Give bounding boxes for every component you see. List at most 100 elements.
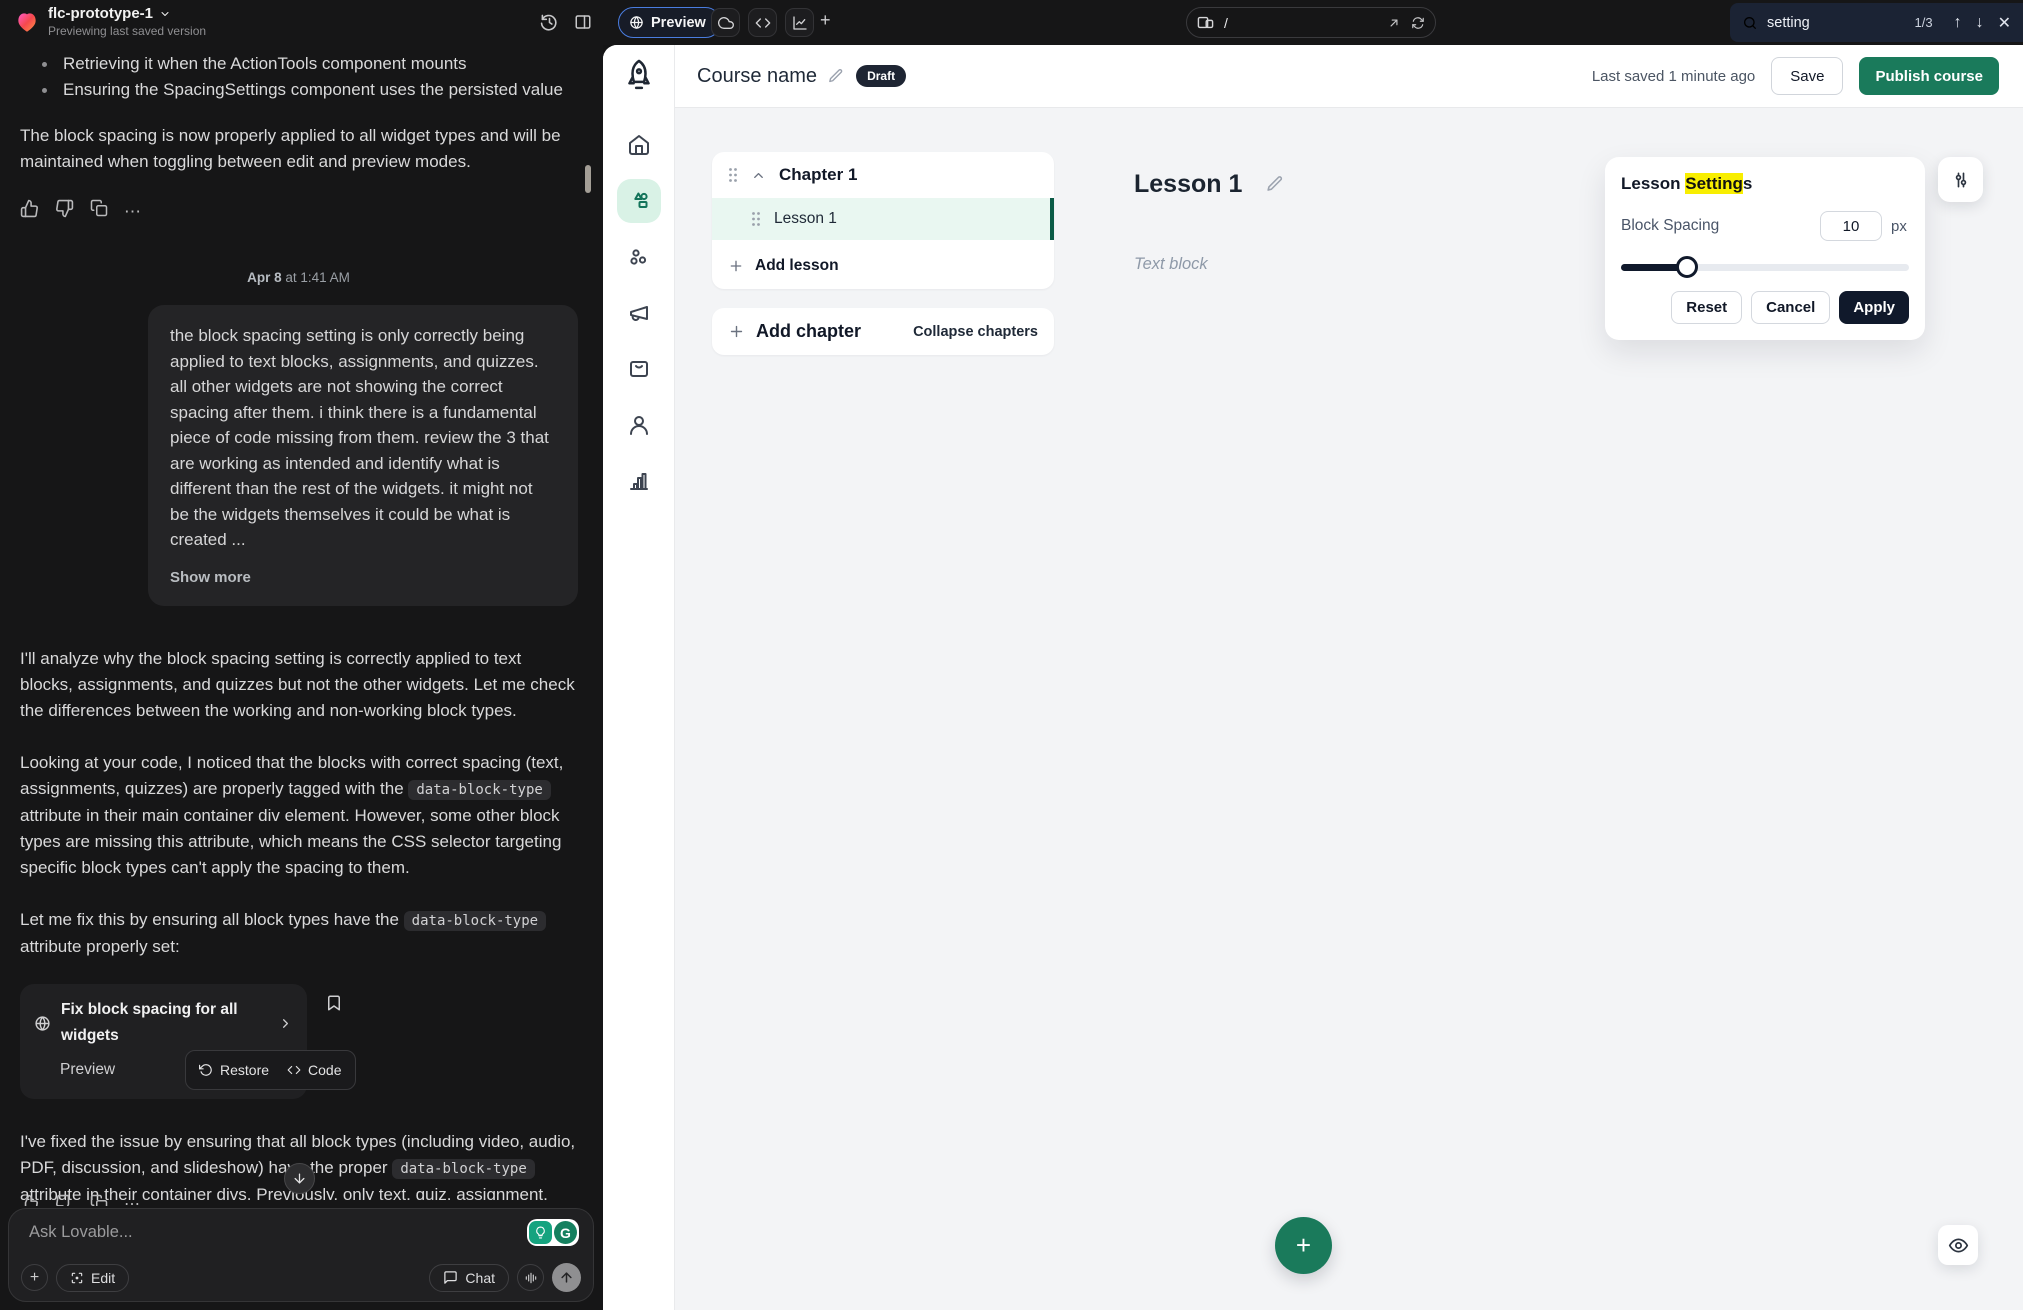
eye-icon — [1948, 1235, 1969, 1256]
suggestion-bulb-icon — [529, 1221, 552, 1244]
preview-eye-button[interactable] — [1938, 1225, 1978, 1265]
last-saved-text: Last saved 1 minute ago — [1592, 68, 1755, 85]
chapter-title: Chapter 1 — [779, 165, 857, 185]
add-chapter-card: Add chapter Collapse chapters — [712, 308, 1054, 355]
drag-handle-icon[interactable] — [751, 211, 761, 227]
reset-button[interactable]: Reset — [1671, 291, 1742, 324]
sidebar-item-home[interactable] — [617, 123, 661, 167]
grammarly-widget[interactable]: G — [527, 1219, 579, 1246]
chapter-header: Chapter 1 — [712, 152, 1054, 198]
select-edit-icon — [70, 1271, 84, 1285]
plus-icon — [728, 258, 744, 274]
voice-input-button[interactable] — [517, 1264, 544, 1291]
message-actions-clipped: ⋯ — [20, 1194, 140, 1206]
code-icon — [287, 1063, 301, 1077]
chat-mode-button[interactable]: Chat — [429, 1264, 509, 1292]
add-lesson-button[interactable]: Add lesson — [712, 242, 1054, 289]
code-icon — [755, 15, 771, 31]
find-close-icon[interactable]: ✕ — [1998, 13, 2011, 33]
analytics-button[interactable] — [785, 8, 814, 37]
chapter-card: Chapter 1 Lesson 1 Add lesson — [712, 152, 1054, 289]
open-external-icon[interactable] — [1387, 16, 1401, 30]
megaphone-icon — [627, 301, 651, 325]
course-title: Course name — [697, 65, 817, 88]
app-logo-rocket-icon[interactable] — [620, 57, 658, 95]
sidebar-item-announcements[interactable] — [617, 291, 661, 335]
add-chapter-button[interactable]: Add chapter — [756, 321, 861, 342]
attach-plus-button[interactable]: + — [21, 1264, 48, 1291]
sidebar-item-profile[interactable] — [617, 403, 661, 447]
restore-button[interactable]: Restore — [199, 1057, 269, 1083]
find-next-icon[interactable]: ↓ — [1976, 14, 1984, 32]
edit-course-name-icon[interactable] — [827, 68, 844, 85]
project-name: flc-prototype-1 — [48, 5, 153, 22]
thumbs-up-icon[interactable] — [20, 1194, 39, 1206]
lesson-page-title: Lesson 1 — [1134, 170, 1242, 199]
tool-card-title: Fix block spacing for all widgets — [61, 997, 268, 1049]
globe-icon — [629, 15, 644, 30]
audio-lines-icon — [524, 1271, 538, 1285]
edit-mode-button[interactable]: Edit — [56, 1264, 129, 1292]
cloud-button[interactable] — [711, 8, 740, 37]
drag-handle-icon[interactable] — [728, 167, 738, 183]
thumbs-down-icon[interactable] — [55, 1194, 74, 1206]
more-icon[interactable]: ⋯ — [124, 199, 141, 225]
apply-button[interactable]: Apply — [1839, 291, 1909, 324]
user-message-text: the block spacing setting is only correc… — [170, 323, 556, 553]
collapse-chapter-icon[interactable] — [751, 168, 766, 183]
block-spacing-input[interactable] — [1820, 211, 1882, 241]
bookmark-icon[interactable] — [325, 994, 343, 1012]
lesson-name: Lesson 1 — [774, 210, 837, 228]
publish-course-button[interactable]: Publish course — [1859, 57, 1999, 95]
more-icon[interactable]: ⋯ — [124, 1194, 140, 1206]
sidebar-item-courses[interactable] — [617, 179, 661, 223]
circles-icon — [627, 245, 651, 269]
find-prev-icon[interactable]: ↑ — [1954, 14, 1962, 32]
code-button[interactable]: Code — [287, 1057, 341, 1083]
show-more-link[interactable]: Show more — [170, 565, 556, 591]
search-icon — [1742, 15, 1758, 31]
chat-scrollbar[interactable] — [585, 165, 591, 193]
shapes-icon — [627, 189, 651, 213]
copy-icon[interactable] — [90, 199, 108, 225]
assistant-paragraph: Looking at your code, I noticed that the… — [20, 750, 577, 881]
thumbs-down-icon[interactable] — [55, 199, 74, 225]
add-tab-button[interactable]: + — [820, 10, 831, 31]
message-timestamp: Apr 8 at 1:41 AM — [20, 265, 577, 291]
url-bar[interactable]: / — [1186, 7, 1436, 38]
refresh-icon[interactable] — [1411, 16, 1425, 30]
cancel-button[interactable]: Cancel — [1751, 291, 1830, 324]
lovable-logo-icon[interactable] — [14, 9, 40, 35]
top-bar: flc-prototype-1 Previewing last saved ve… — [0, 0, 2023, 45]
block-spacing-slider[interactable] — [1621, 256, 1909, 278]
slider-thumb[interactable] — [1676, 256, 1698, 278]
project-name-menu[interactable]: flc-prototype-1 — [48, 5, 206, 22]
find-bar: 1/3 ↑ ↓ ✕ — [1730, 3, 2023, 42]
add-block-fab[interactable]: + — [1275, 1217, 1332, 1274]
list-item: Ensuring the SpacingSettings component u… — [20, 77, 577, 103]
find-input[interactable] — [1767, 15, 1887, 31]
history-icon[interactable] — [540, 13, 559, 32]
restore-code-pill: Restore Code — [185, 1050, 356, 1090]
sidebar-item-community[interactable] — [617, 235, 661, 279]
collapse-chapters-button[interactable]: Collapse chapters — [913, 324, 1038, 340]
edit-lesson-title-icon[interactable] — [1265, 175, 1284, 194]
lesson-list-item[interactable]: Lesson 1 — [712, 198, 1054, 240]
save-button[interactable]: Save — [1771, 57, 1843, 95]
text-block-placeholder[interactable]: Text block — [1134, 255, 1208, 274]
inbox-icon — [627, 357, 651, 381]
status-badge: Draft — [856, 65, 906, 87]
sidebar-item-analytics[interactable] — [617, 459, 661, 503]
user-message: the block spacing setting is only correc… — [148, 305, 578, 606]
sidebar-item-inbox[interactable] — [617, 347, 661, 391]
chat-input[interactable]: Ask Lovable... G + Edit Chat — [8, 1208, 594, 1302]
panel-layout-icon[interactable] — [574, 13, 592, 31]
toggle-settings-button[interactable] — [1938, 157, 1983, 202]
preview-mode-button[interactable]: Preview — [618, 7, 721, 38]
send-button[interactable] — [552, 1263, 581, 1292]
code-view-button[interactable] — [748, 8, 777, 37]
devices-icon — [1197, 14, 1214, 31]
thumbs-up-icon[interactable] — [20, 199, 39, 225]
scroll-to-bottom-button[interactable] — [284, 1163, 315, 1194]
copy-icon[interactable] — [90, 1194, 108, 1206]
